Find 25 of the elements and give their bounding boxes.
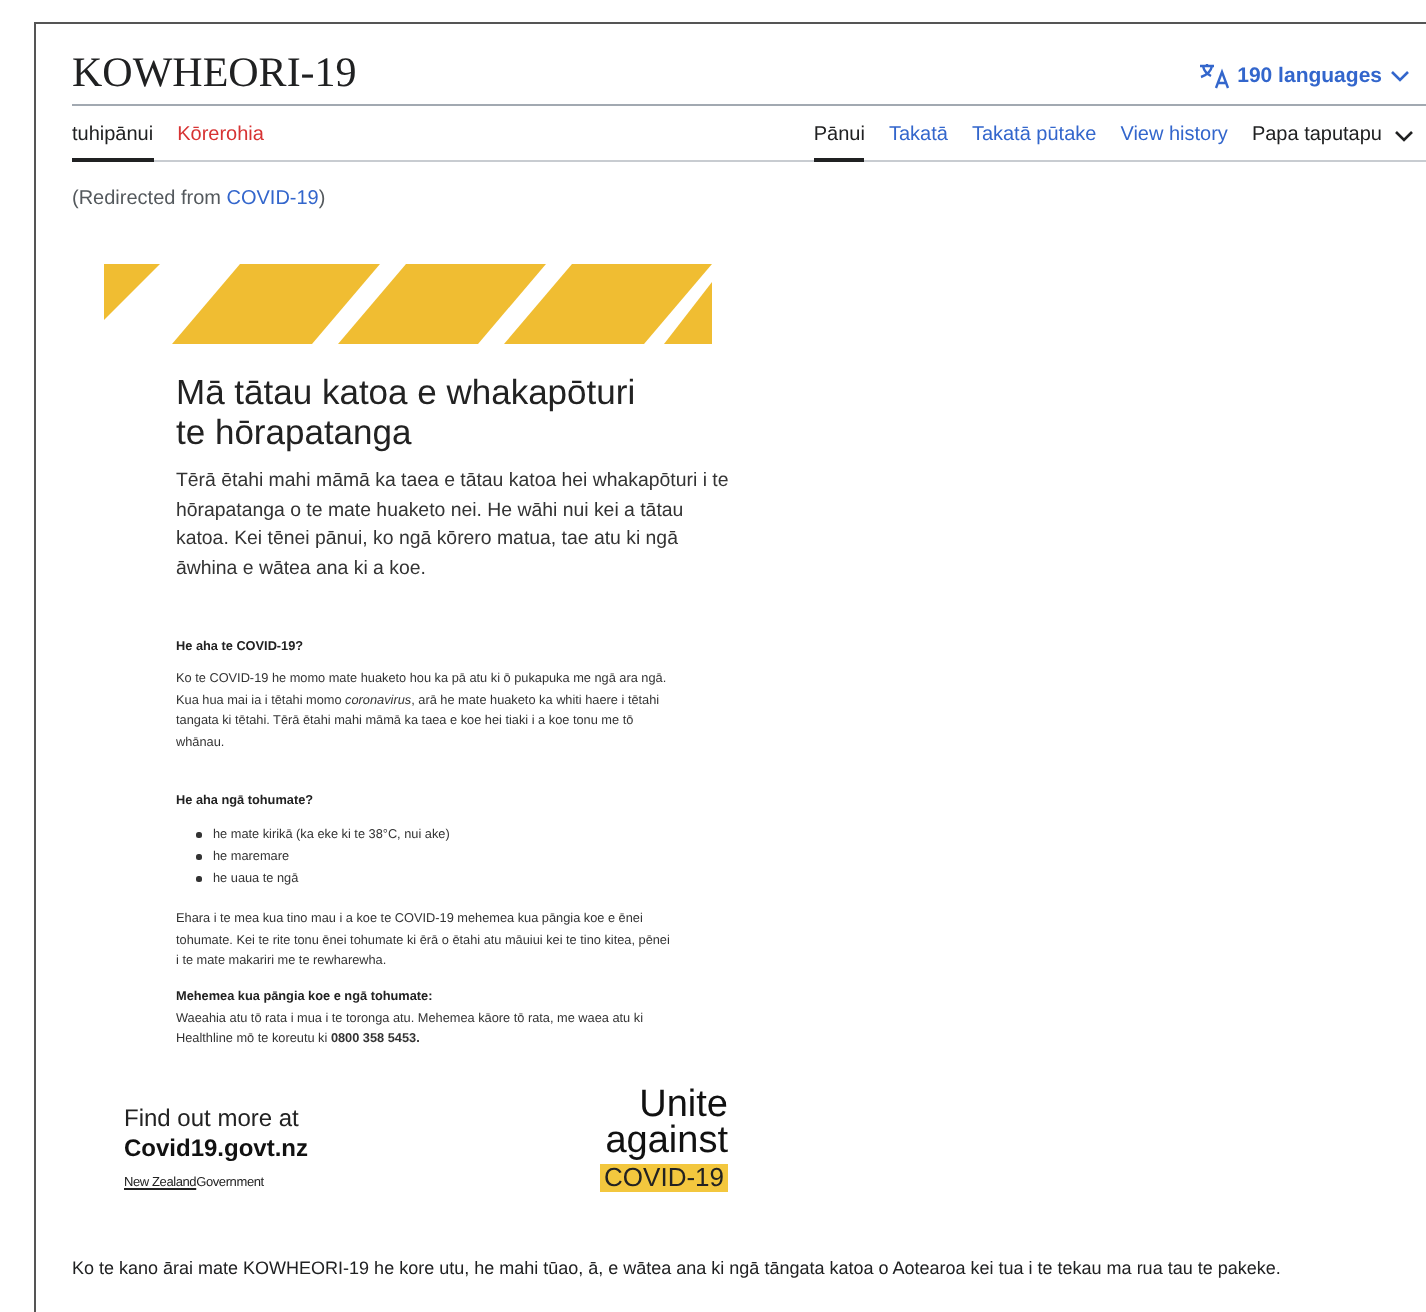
page-title: KOWHEORI-19 (72, 46, 357, 100)
page-tab[interactable]: Takatā pūtake (971, 118, 1097, 162)
poster-heading: Mā tātau katoa e whakapōturi te hōrapatanga (176, 372, 638, 452)
page-tab[interactable]: tuhipānui (72, 118, 154, 162)
bullet-icon (196, 876, 201, 882)
slogan-text: Unite (639, 1087, 728, 1123)
translate-icon (1197, 62, 1230, 90)
page-tab[interactable]: View history (1120, 118, 1228, 162)
languages-button[interactable]: 190 languages (1197, 62, 1426, 100)
page-tab[interactable]: Papa taputapu (1251, 118, 1414, 162)
redirect-note: (Redirected from COVID-19) (72, 188, 328, 212)
redirect-link[interactable]: COVID-19 (226, 188, 319, 210)
slogan-text: against (605, 1123, 728, 1159)
chevron-icon (1390, 70, 1410, 82)
page-tab[interactable]: Pānui (813, 118, 865, 162)
find-more-text: Find out more at (124, 1103, 301, 1133)
page-tab[interactable]: Takatā (888, 118, 948, 162)
slogan-badge: COVID-19 (600, 1163, 728, 1191)
chevron-icon (1394, 130, 1414, 142)
poster-intro: Tērā ētahi mahi māmā ka taea e tātau katoa hei whakapōturi i te hōrapatanga o te mate huaketo nei. He wāhi nui kei a tātau katoa. Kei tēnei pānui, ko ngā kōrero matua, tae atu ki ngā āwhina e wātea ana ki a koe. (176, 468, 731, 583)
bullet-icon (196, 832, 201, 838)
site-address: Covid19.govt.nz (124, 1133, 309, 1163)
bullet-icon (196, 854, 201, 860)
page-tab[interactable]: Kōrerohia (177, 118, 264, 162)
article-paragraph: Ko te kano ārai mate KOWHEORI-19 he kore utu, he mahi tūao, ā, e wātea ana ki ngā tāngata katoa o Aotearoa kei tua i te tekau ma rua tau te pakeke. (72, 1255, 1283, 1281)
